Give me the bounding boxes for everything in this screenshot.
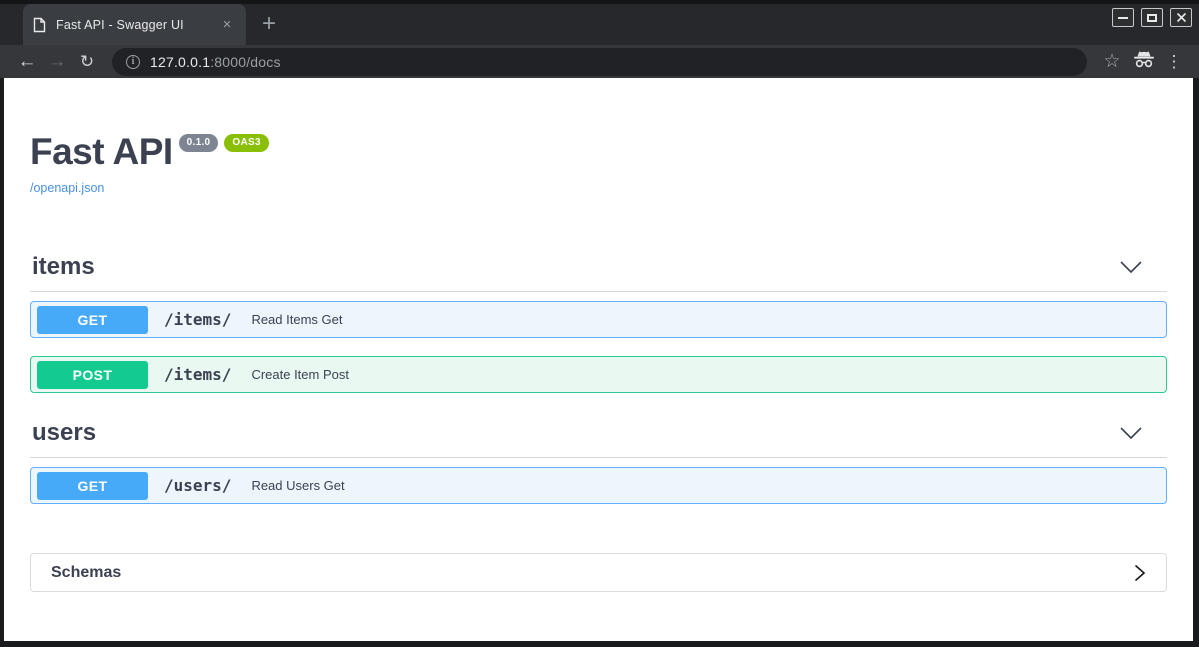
browser-menu-icon[interactable]: ⋮: [1161, 52, 1187, 72]
tab-title: Fast API - Swagger UI: [56, 17, 184, 32]
section-title: items: [32, 253, 95, 280]
openapi-spec-link[interactable]: /openapi.json: [30, 181, 104, 195]
tab-strip: Fast API - Swagger UI × +: [0, 0, 1199, 45]
operation-post-items[interactable]: POST /items/ Create Item Post: [30, 356, 1167, 393]
close-icon: [1176, 12, 1186, 23]
incognito-icon: [1127, 51, 1161, 73]
api-info: Fast API 0.1.0 OAS3: [30, 133, 1167, 170]
maximize-button[interactable]: [1141, 8, 1163, 27]
minimize-button[interactable]: [1112, 8, 1134, 27]
browser-toolbar: ← → ↻ i 127.0.0.1:8000/docs ☆ ⋮: [0, 45, 1199, 78]
chevron-down-icon[interactable]: [1120, 427, 1142, 439]
section-title: users: [32, 419, 97, 446]
oas3-badge: OAS3: [224, 134, 269, 152]
url-host: 127.0.0.1: [150, 53, 211, 70]
method-badge[interactable]: GET: [37, 471, 148, 500]
swagger-page: Fast API 0.1.0 OAS3 /openapi.json items …: [4, 78, 1193, 641]
operation-path: /items/: [164, 365, 232, 384]
operation-summary: Read Items Get: [251, 312, 343, 327]
page-title: Fast API: [30, 131, 173, 172]
reload-icon[interactable]: ↻: [72, 53, 102, 70]
operation-summary: Read Users Get: [251, 478, 345, 493]
new-tab-button[interactable]: +: [262, 11, 276, 38]
page-favicon-icon: [33, 17, 46, 32]
site-info-icon[interactable]: i: [126, 54, 140, 69]
operation-get-users[interactable]: GET /users/ Read Users Get: [30, 467, 1167, 504]
tab-close-icon[interactable]: ×: [218, 16, 236, 34]
minimize-icon: [1118, 16, 1128, 19]
section-items-header[interactable]: items: [30, 253, 1167, 292]
section-items: items GET /items/ Read Items Get POST /i…: [30, 253, 1167, 393]
browser-window: Fast API - Swagger UI × + ← → ↻ i 127.0.…: [0, 0, 1199, 647]
chevron-right-icon[interactable]: [1134, 564, 1146, 582]
chevron-down-icon[interactable]: [1120, 261, 1142, 273]
operation-path: /users/: [164, 476, 232, 495]
operation-path: /items/: [164, 310, 232, 329]
operation-summary: Create Item Post: [251, 367, 349, 382]
schemas-section[interactable]: Schemas: [30, 553, 1167, 592]
url-text: 127.0.0.1:8000/docs: [150, 54, 281, 70]
window-controls: [1112, 8, 1192, 27]
section-users: users GET /users/ Read Users Get: [30, 419, 1167, 504]
back-icon[interactable]: ←: [12, 52, 42, 71]
url-path: :8000/docs: [210, 53, 281, 70]
schemas-title: Schemas: [51, 563, 122, 581]
section-users-header[interactable]: users: [30, 419, 1167, 458]
operation-get-items[interactable]: GET /items/ Read Items Get: [30, 301, 1167, 338]
bookmark-star-icon[interactable]: ☆: [1097, 50, 1127, 73]
address-bar[interactable]: i 127.0.0.1:8000/docs: [112, 47, 1087, 76]
close-button[interactable]: [1170, 8, 1192, 27]
version-badge: 0.1.0: [178, 134, 219, 152]
maximize-icon: [1147, 13, 1157, 22]
browser-tab[interactable]: Fast API - Swagger UI ×: [23, 4, 246, 45]
method-badge[interactable]: POST: [37, 360, 148, 389]
method-badge[interactable]: GET: [37, 305, 148, 334]
forward-icon[interactable]: →: [42, 52, 72, 71]
